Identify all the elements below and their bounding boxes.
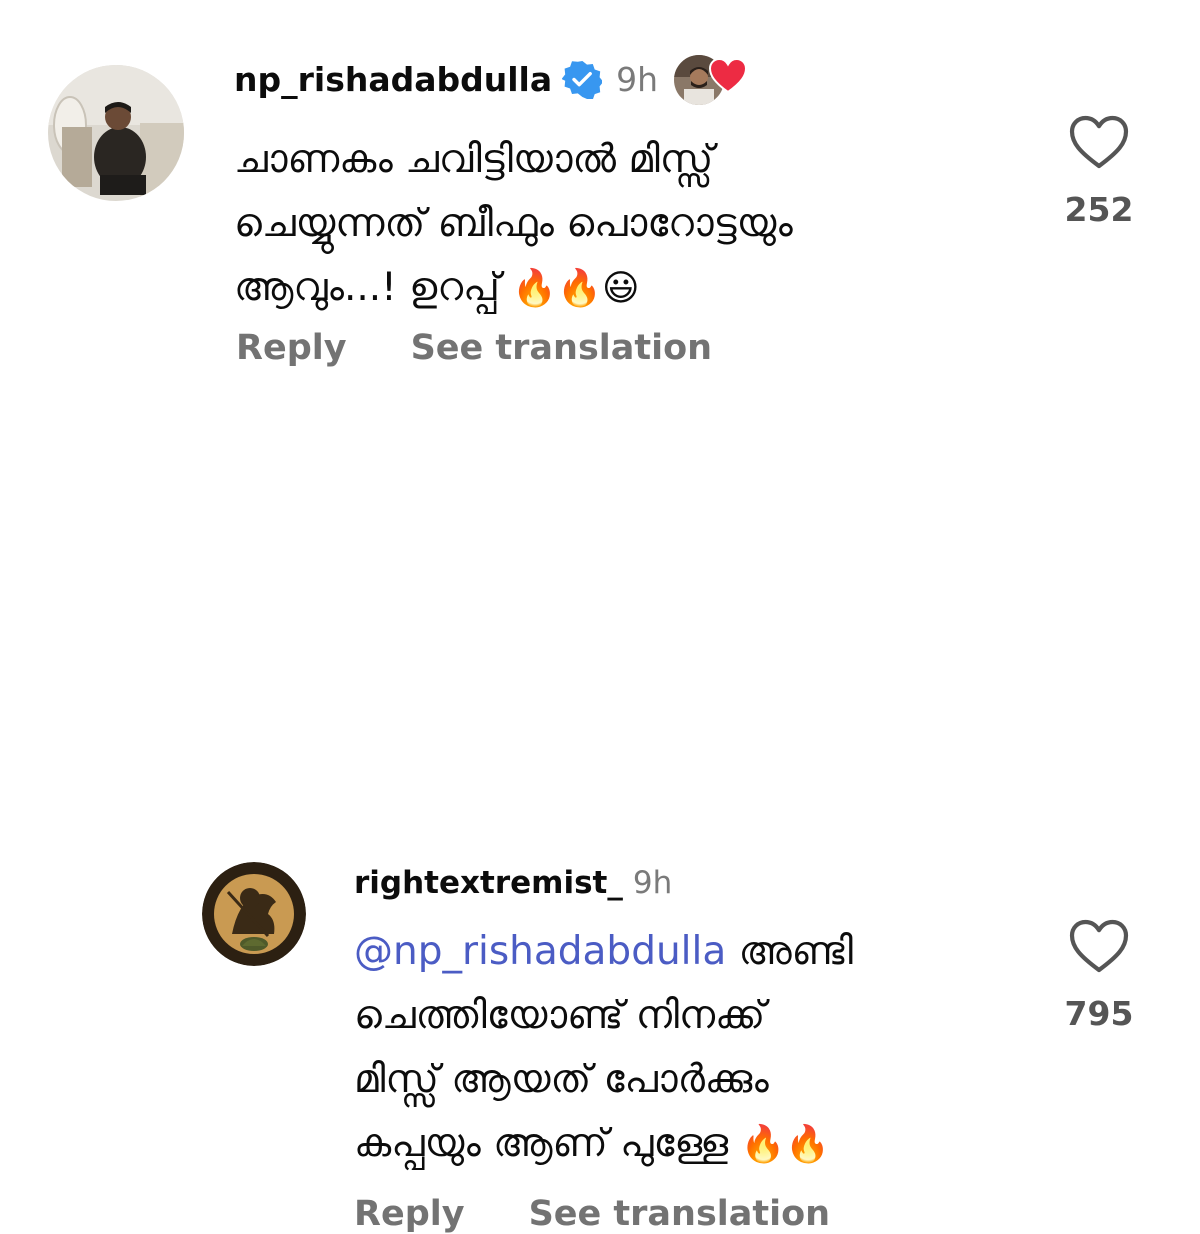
comment-line: കപ്പയും ആണ് പുള്ളേ 🔥🔥 xyxy=(354,1112,1034,1177)
username[interactable]: rightextremist_ xyxy=(354,865,623,901)
reply-button[interactable]: Reply xyxy=(236,328,347,368)
avatar[interactable] xyxy=(48,65,184,201)
like-control: 252 xyxy=(1054,114,1144,229)
like-control: 795 xyxy=(1054,918,1144,1033)
heart-outline-icon[interactable] xyxy=(1068,918,1130,974)
mention-link[interactable]: @np_rishadabdulla xyxy=(354,929,726,974)
comment-line-text: അണ്ടി xyxy=(738,929,853,974)
comment-time: 9h xyxy=(632,865,673,901)
fire-smile-emoji: 🔥🔥😃 xyxy=(512,268,640,309)
comment-actions: Reply See translation xyxy=(354,1194,830,1234)
comment-line: ചെയ്യുന്നത് ബീഫും പൊറോട്ടയും xyxy=(234,201,793,246)
like-count: 252 xyxy=(1064,190,1134,229)
verified-badge-icon xyxy=(562,61,603,99)
like-count: 795 xyxy=(1064,994,1134,1033)
liked-by-creator-heart-icon xyxy=(709,57,748,94)
heart-outline-icon[interactable] xyxy=(1068,114,1130,170)
liked-by-creator xyxy=(672,51,752,107)
see-translation-button[interactable]: See translation xyxy=(411,328,713,368)
comment-np-rishadabdulla: np_rishadabdulla 9h ചാണകം ചവിട്ടിയാൽ മിസ… xyxy=(0,0,1200,400)
comment-line: @np_rishadabdulla അണ്ടി xyxy=(354,920,1034,984)
comment-line: ചാണകം ചവിട്ടിയാൽ മിസ്സ് xyxy=(234,137,714,182)
comment-line: ചെത്തിയോണ്ട് നിനക്ക് xyxy=(354,993,766,1038)
comment-text: @np_rishadabdulla അണ്ടി ചെത്തിയോണ്ട് നിന… xyxy=(354,920,1034,1177)
comment-line: മിസ്സ് ആയത് പോർക്കും xyxy=(354,1057,769,1102)
comment-header: rightextremist_ 9h xyxy=(354,862,672,904)
comment-time: 9h xyxy=(616,59,659,99)
comment-actions: Reply See translation xyxy=(236,328,712,368)
comment-text: ചാണകം ചവിട്ടിയാൽ മിസ്സ് ചെയ്യുന്നത് ബീഫു… xyxy=(234,128,1014,321)
fire-emoji: 🔥🔥 xyxy=(740,1124,831,1165)
comment-line: ആവും...! ഉറപ്പ് 🔥🔥😃 xyxy=(234,256,1014,321)
comment-rightextremist: rightextremist_ 9h @np_rishadabdulla അണ്… xyxy=(0,400,1200,1234)
see-translation-button[interactable]: See translation xyxy=(529,1194,831,1234)
avatar[interactable] xyxy=(202,862,306,966)
username[interactable]: np_rishadabdulla xyxy=(234,60,552,99)
comment-line-text: കപ്പയും ആണ് പുള്ളേ xyxy=(354,1121,729,1166)
comment-header: np_rishadabdulla 9h xyxy=(234,53,752,107)
reply-button[interactable]: Reply xyxy=(354,1194,465,1234)
comment-line-text: ആവും...! ഉറപ്പ് xyxy=(234,265,500,310)
